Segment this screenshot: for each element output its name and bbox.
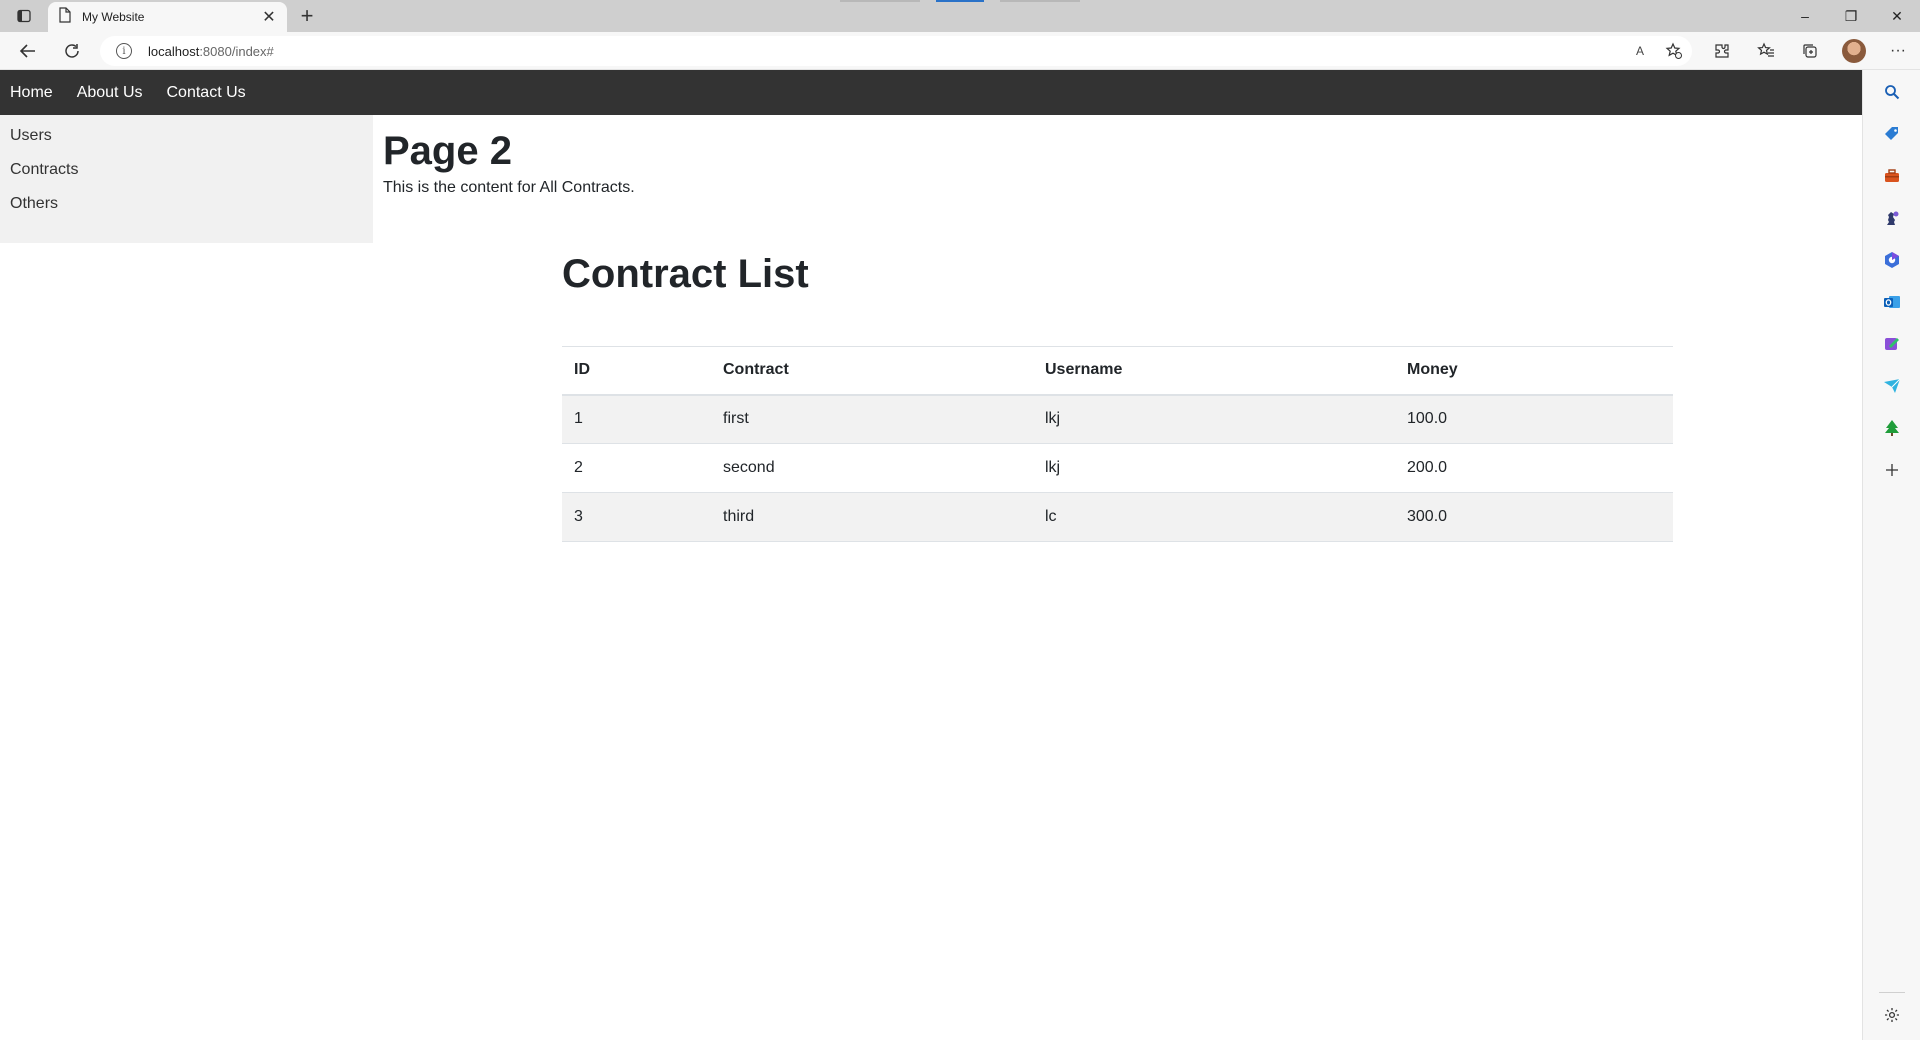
- cell-username: lkj: [1033, 443, 1395, 493]
- web-page: Home About Us Contact Us Users Contracts…: [0, 70, 1862, 1040]
- table-row: 3 third lc 300.0: [562, 492, 1673, 542]
- top-navbar: Home About Us Contact Us: [0, 70, 1862, 115]
- sidebar-item-others[interactable]: Others: [0, 193, 373, 227]
- favorites-icon[interactable]: [1744, 32, 1788, 70]
- cell-contract: first: [711, 394, 1033, 444]
- profile-button[interactable]: [1832, 32, 1876, 70]
- add-favorite-icon[interactable]: [1664, 41, 1684, 61]
- cell-username: lkj: [1033, 394, 1395, 444]
- search-icon[interactable]: [1882, 82, 1902, 102]
- column-header-contract: Contract: [723, 361, 789, 379]
- column-header-username: Username: [1045, 361, 1123, 379]
- browser-tab-bar: My Website ✕ + – ❐ ✕: [0, 0, 1920, 32]
- url-path: :8080/index#: [199, 43, 274, 59]
- close-tab-icon[interactable]: ✕: [261, 7, 277, 27]
- shopping-tag-icon[interactable]: [1882, 124, 1902, 144]
- url-host: localhost: [148, 43, 200, 59]
- add-icon[interactable]: [1882, 460, 1902, 480]
- read-aloud-icon[interactable]: A: [1630, 41, 1650, 61]
- restore-button[interactable]: ❐: [1828, 0, 1874, 32]
- avatar: [1842, 39, 1866, 63]
- page-title: Page 2: [383, 129, 512, 173]
- cell-money: 200.0: [1395, 443, 1673, 493]
- cell-money: 100.0: [1395, 394, 1673, 444]
- sidebar-item-contracts[interactable]: Contracts: [0, 159, 373, 193]
- nav-contact-link[interactable]: Contact Us: [167, 84, 246, 102]
- tree-icon[interactable]: [1882, 418, 1902, 438]
- contract-table: ID Contract Username Money 1 first lkj 1…: [562, 346, 1673, 542]
- collections-icon[interactable]: [1788, 32, 1832, 70]
- contract-section: Contract List ID Contract Username Money…: [562, 250, 1673, 542]
- tab-actions-icon[interactable]: [10, 4, 38, 28]
- address-bar[interactable]: i localhost:8080/index# A: [100, 36, 1692, 66]
- site-info-icon[interactable]: i: [116, 43, 132, 59]
- drag-indicator: [840, 0, 1080, 2]
- browser-tab[interactable]: My Website ✕: [48, 2, 287, 32]
- main-content: Page 2 This is the content for All Contr…: [383, 115, 635, 197]
- more-menu-button[interactable]: ···: [1876, 32, 1920, 70]
- sidebar-divider: [1879, 992, 1905, 993]
- toolbox-icon[interactable]: [1882, 166, 1902, 186]
- toolbar-right: ···: [1700, 32, 1920, 70]
- refresh-icon: [65, 44, 79, 58]
- cell-money: 300.0: [1395, 492, 1673, 542]
- send-icon[interactable]: [1882, 376, 1902, 396]
- settings-icon[interactable]: [1882, 1005, 1902, 1025]
- back-arrow-icon: [19, 44, 35, 58]
- cell-id: 3: [562, 492, 711, 542]
- new-tab-button[interactable]: +: [294, 3, 320, 29]
- extensions-icon[interactable]: [1700, 32, 1744, 70]
- browser-toolbar: i localhost:8080/index# A ···: [0, 32, 1920, 70]
- window-controls: – ❐ ✕: [1782, 0, 1920, 32]
- cell-username: lc: [1033, 492, 1395, 542]
- outlook-icon[interactable]: [1882, 292, 1902, 312]
- office-icon[interactable]: [1882, 250, 1902, 270]
- chess-icon[interactable]: [1882, 208, 1902, 228]
- designer-icon[interactable]: [1882, 334, 1902, 354]
- cell-contract: third: [711, 492, 1033, 542]
- column-header-id: ID: [574, 361, 590, 379]
- url-text[interactable]: localhost:8080/index#: [148, 44, 274, 59]
- table-row: 2 second lkj 200.0: [562, 443, 1673, 493]
- column-header-money: Money: [1407, 361, 1458, 379]
- page-icon: [58, 6, 72, 28]
- contract-list-heading: Contract List: [562, 252, 809, 296]
- cell-contract: second: [711, 443, 1033, 493]
- tab-title: My Website: [82, 10, 145, 24]
- back-button[interactable]: [14, 37, 42, 65]
- minimize-button[interactable]: –: [1782, 0, 1828, 32]
- nav-about-link[interactable]: About Us: [77, 84, 143, 102]
- close-window-button[interactable]: ✕: [1874, 0, 1920, 32]
- table-header-row: ID Contract Username Money: [562, 346, 1673, 395]
- left-sidebar: Users Contracts Others: [0, 115, 373, 243]
- page-description: This is the content for All Contracts.: [383, 179, 635, 196]
- cell-id: 1: [562, 394, 711, 444]
- edge-sidebar: [1862, 70, 1920, 1040]
- table-row: 1 first lkj 100.0: [562, 394, 1673, 444]
- nav-home-link[interactable]: Home: [10, 84, 53, 102]
- cell-id: 2: [562, 443, 711, 493]
- sidebar-item-users[interactable]: Users: [0, 125, 373, 159]
- refresh-button[interactable]: [58, 37, 86, 65]
